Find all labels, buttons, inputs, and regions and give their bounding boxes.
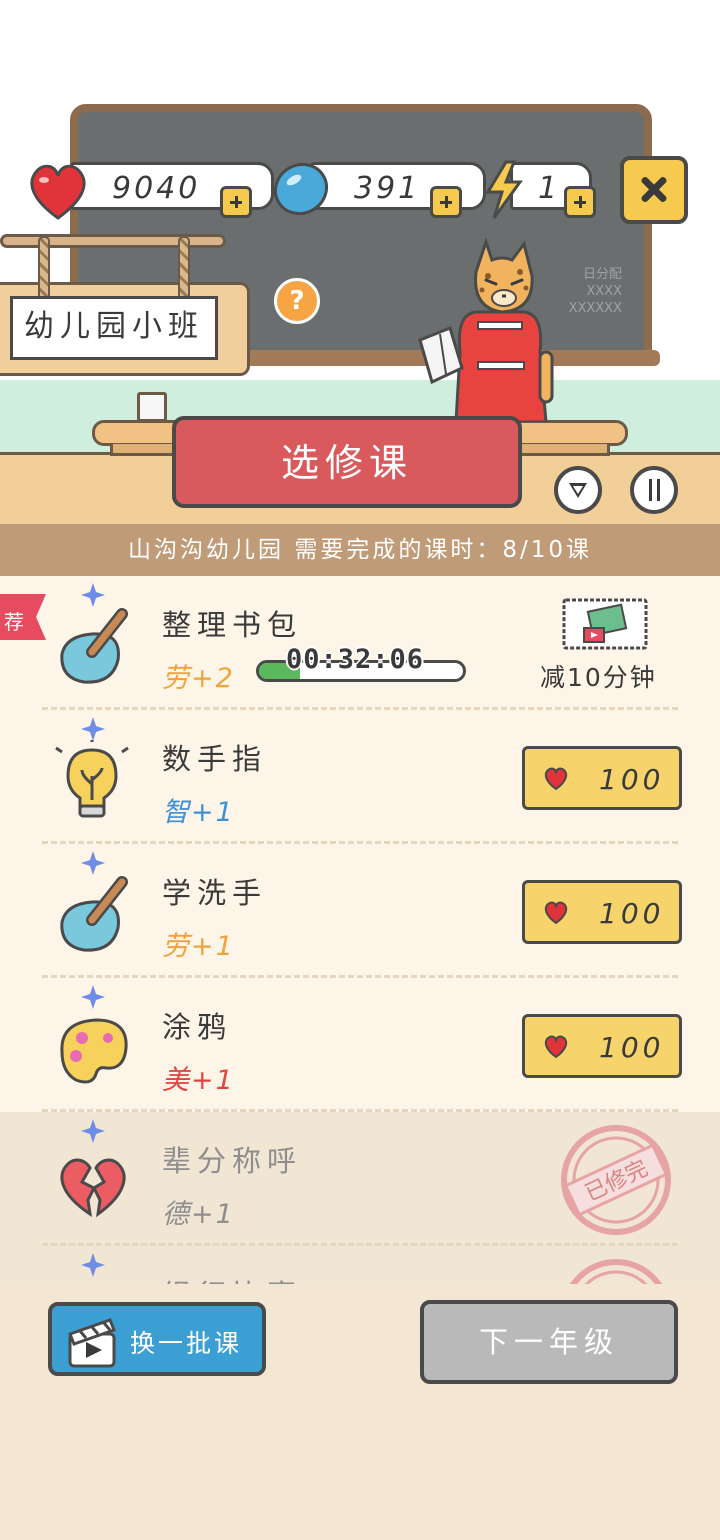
heart-icon [30,164,86,220]
sign-rope [38,236,50,302]
filter-icon [569,483,587,498]
course-hours-progress: 山沟沟幼儿园 需要完成的课时：8/10课 [0,524,720,576]
star-icon [81,851,105,875]
shovel-icon [60,608,128,684]
course-gain: 美+1 [162,1065,235,1096]
lightbulb-icon [55,740,129,818]
cup [137,392,167,422]
course-item-rope-race: 绳行比赛 [0,1246,720,1284]
speedup-label[interactable]: 减10分钟 [540,658,657,694]
add-gems-button[interactable] [430,186,462,218]
course-title: 涂鸦 [162,1010,233,1044]
course-item-kinship-terms: 辈分称呼 德+1 已修完 [0,1112,720,1246]
course-gain: 劳+2 [162,663,235,694]
sort-button[interactable] [630,466,678,514]
star-icon [81,583,105,607]
gems-value: 391 [354,171,421,206]
enroll-button[interactable]: 100 [522,880,682,944]
star-icon [81,985,105,1009]
next-grade-button[interactable]: 下一年级 [420,1300,678,1384]
gem-icon [273,162,329,216]
course-gain: 德+1 [162,1199,235,1230]
course-item-doodle[interactable]: 涂鸦 美+1 100 [0,978,720,1112]
course-item-count-fingers[interactable]: 数手指 智+1 100 [0,710,720,844]
classroom-scene: 日分配 XXXX XXXXXX 9040 391 1 幼儿园小班 ? 选修课 [0,0,720,580]
star-icon [81,1119,105,1143]
course-item-wash-hands[interactable]: 学洗手 劳+1 100 [0,844,720,978]
broken-heart-icon [60,1158,126,1218]
lightning-icon [485,160,523,219]
course-gain: 智+1 [162,797,235,828]
sign-rod [0,234,226,248]
add-hearts-button[interactable] [220,186,252,218]
course-item-pack-bag[interactable]: 荐 整理书包 劳+2 00:32:06 减10分钟 [0,576,720,710]
recommended-tag-text: 荐 [4,610,24,634]
gems-counter: 391 [270,162,486,218]
course-price: 100 [599,897,665,930]
star-icon [81,1253,105,1277]
completed-stamp: 已修完 [561,1125,671,1235]
close-button[interactable] [620,156,688,224]
sign-rope [178,236,190,302]
swap-courses-button[interactable]: 换一批课 [48,1302,266,1376]
heart-icon [544,901,568,925]
swap-courses-label: 换一批课 [130,1329,243,1358]
help-button[interactable]: ? [274,278,320,324]
energy-counter: 1 [484,160,604,219]
elective-banner: 选修课 [172,416,522,508]
course-list[interactable]: 荐 整理书包 劳+2 00:32:06 减10分钟 数手指 智+1 100 学洗… [0,576,720,1284]
palette-icon [60,1018,128,1084]
completed-stamp [569,1259,663,1284]
grade-label: 幼儿园小班 [10,296,218,360]
clapperboard-icon [68,1318,116,1368]
heart-icon [544,767,568,791]
course-title: 学洗手 [162,876,268,910]
sort-icon [646,479,664,503]
course-title: 辈分称呼 [162,1144,303,1178]
course-title: 绳行比赛 [162,1272,302,1284]
course-title: 数手指 [162,742,268,776]
add-energy-button[interactable] [564,186,596,218]
energy-value: 1 [538,171,561,206]
leopard-teacher-illustration [418,237,554,422]
enroll-button[interactable]: 100 [522,746,682,810]
filter-button[interactable] [554,466,602,514]
hearts-value: 9040 [112,171,201,206]
course-price: 100 [599,763,665,796]
course-title: 整理书包 [162,608,303,642]
heart-icon [544,1035,568,1059]
course-gain: 劳+1 [162,931,235,962]
enroll-button[interactable]: 100 [522,1014,682,1078]
star-icon [81,717,105,741]
course-price: 100 [599,1031,665,1064]
hearts-counter: 9040 [26,162,274,220]
video-ticket-icon[interactable] [562,598,648,650]
course-timer: 00:32:06 [286,644,425,675]
shovel-icon [60,876,128,952]
